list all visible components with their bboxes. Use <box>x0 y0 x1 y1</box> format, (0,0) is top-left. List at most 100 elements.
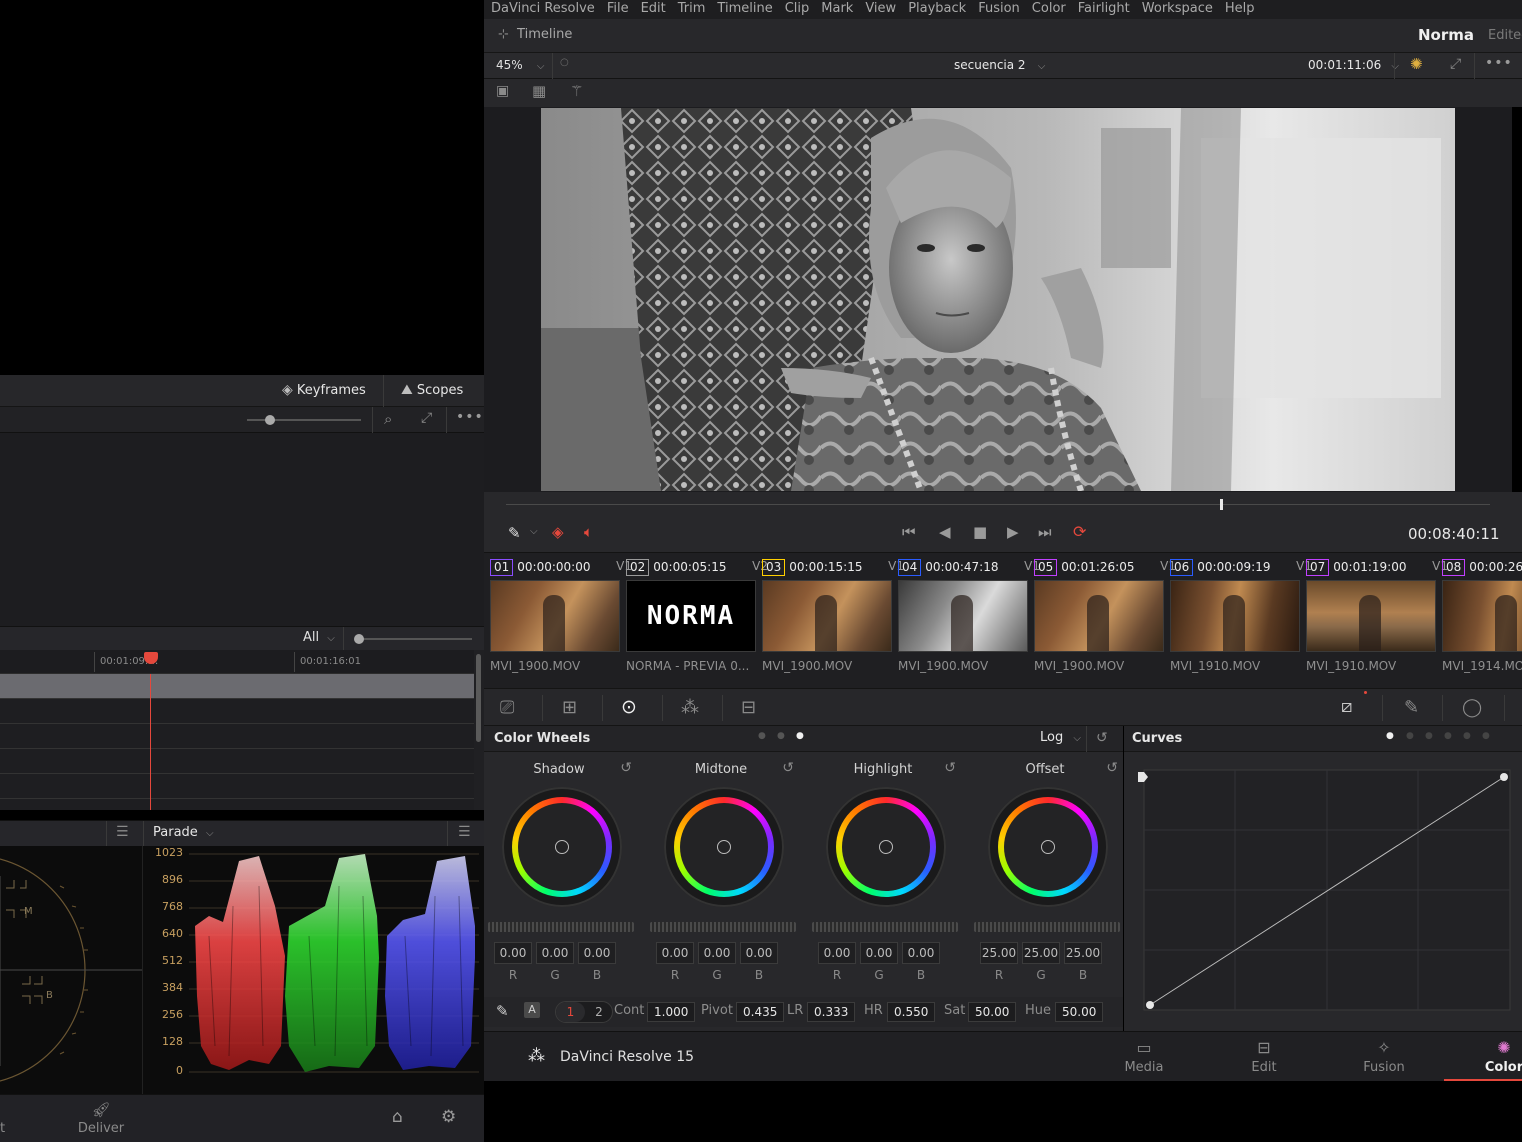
r-value-field[interactable]: 25.00 <box>980 942 1018 964</box>
wheel-disc[interactable] <box>502 787 622 907</box>
timeline-zoom-track[interactable] <box>356 638 472 640</box>
menu-clip[interactable]: Clip <box>779 0 816 18</box>
keyframes-tab[interactable]: ◈ Keyframes <box>282 382 366 398</box>
hr-field[interactable]: 0.550 <box>887 1002 936 1022</box>
clip-thumbnail[interactable]: 02 00:00:05:15 V2 NORMA NORMA - PREVIA 0... <box>626 553 768 689</box>
menu-help[interactable]: Help <box>1219 0 1261 18</box>
b-value-field[interactable]: 0.00 <box>740 942 778 964</box>
scrollbar-thumb[interactable] <box>476 654 481 742</box>
reset-icon[interactable]: ↺ <box>1106 760 1118 776</box>
r-value-field[interactable]: 0.00 <box>494 942 532 964</box>
master-wheel-slider[interactable] <box>812 922 958 932</box>
page-dot[interactable]: ● <box>1463 731 1471 741</box>
fullscreen-icon[interactable]: ⤢ <box>1450 56 1461 72</box>
camera-raw-icon[interactable]: ⎚ <box>500 697 514 718</box>
sat-field[interactable]: 50.00 <box>968 1002 1017 1022</box>
timecode-selector[interactable]: 00:01:11:06 ⌵ <box>1308 58 1399 73</box>
more-options-icon[interactable]: ••• <box>456 409 484 425</box>
color-viewer-icon[interactable]: ✺ <box>1410 55 1423 73</box>
wheel-disc[interactable] <box>826 787 946 907</box>
scope-type-dropdown[interactable]: Parade ⌵ <box>153 825 214 840</box>
loop-icon[interactable]: ⟳ <box>1073 522 1086 541</box>
qualifier-icon[interactable]: ✎ <box>1404 697 1419 718</box>
zoom-dropdown[interactable]: 45% ⌵ <box>496 58 544 73</box>
lr-field[interactable]: 0.333 <box>807 1002 856 1022</box>
master-wheel-slider[interactable] <box>650 922 796 932</box>
menu-trim[interactable]: Trim <box>672 0 712 18</box>
menu-edit[interactable]: Edit <box>635 0 672 18</box>
page-tab-deliver[interactable]: 🚀︎ Deliver <box>76 1101 126 1136</box>
menu-fairlight[interactable]: Fairlight <box>1072 0 1136 18</box>
wheel-center-handle[interactable] <box>1041 840 1055 854</box>
menu-davinci[interactable]: DaVinci Resolve <box>484 0 601 18</box>
timeline-selector[interactable]: secuencia 2 ⌵ <box>954 58 1045 73</box>
curves-icon[interactable]: ⧄ <box>1341 696 1352 717</box>
mute-icon[interactable]: 🔈︎ <box>584 523 593 541</box>
zoom-slider-handle[interactable] <box>265 415 275 425</box>
timeline-toggle[interactable]: ⊹ Timeline <box>498 27 572 42</box>
track-row-selected[interactable] <box>0 674 474 698</box>
auto-balance-icon[interactable]: ✎ <box>496 1002 509 1020</box>
hue-field[interactable]: 50.00 <box>1055 1002 1104 1022</box>
b-value-field[interactable]: 25.00 <box>1064 942 1102 964</box>
contrast-field[interactable]: 1.000 <box>647 1002 696 1022</box>
master-wheel-slider[interactable] <box>488 922 634 932</box>
curves-graph[interactable] <box>1124 752 1522 1030</box>
play-icon[interactable]: ▶ <box>1007 523 1019 541</box>
menu-fusion[interactable]: Fusion <box>972 0 1026 18</box>
b-value-field[interactable]: 0.00 <box>902 942 940 964</box>
color-match-icon[interactable]: ⊞ <box>562 697 577 718</box>
magic-wand-icon[interactable]: ⚚ <box>570 82 583 100</box>
layers-icon[interactable]: ◈ <box>552 523 564 541</box>
menu-view[interactable]: View <box>859 0 902 18</box>
page-2-button[interactable]: 2 <box>585 1002 613 1022</box>
motion-effects-icon[interactable]: ⊟ <box>741 697 756 718</box>
pivot-field[interactable]: 0.435 <box>736 1002 785 1022</box>
g-value-field[interactable]: 0.00 <box>536 942 574 964</box>
wheel-center-handle[interactable] <box>717 840 731 854</box>
r-value-field[interactable]: 0.00 <box>818 942 856 964</box>
page-dot-active[interactable]: ● <box>1386 731 1394 741</box>
g-value-field[interactable]: 25.00 <box>1022 942 1060 964</box>
page-tab-media[interactable]: ▭ Media <box>1084 1038 1204 1075</box>
g-value-field[interactable]: 0.00 <box>698 942 736 964</box>
scrubber-track[interactable] <box>506 504 1490 505</box>
home-icon[interactable]: ⌂ <box>392 1107 403 1127</box>
clip-thumbnail[interactable]: 06 00:00:09:19 V1 MVI_1910.MOV <box>1170 553 1312 689</box>
page-tab-color[interactable]: ✺ Color <box>1444 1038 1522 1082</box>
reset-icon[interactable]: ↺ <box>944 760 956 776</box>
power-window-icon[interactable]: ◯ <box>1462 697 1482 718</box>
clip-thumbnail[interactable]: 05 00:01:26:05 V1 MVI_1900.MOV <box>1034 553 1176 689</box>
timeline-zoom-handle[interactable] <box>354 634 364 644</box>
page-dot[interactable]: ● <box>1482 731 1490 741</box>
page-dot[interactable]: ● <box>1406 731 1414 741</box>
page-tab-fusion[interactable]: ✧ Fusion <box>1324 1038 1444 1075</box>
page-tab-partial[interactable]: t <box>0 1121 5 1136</box>
clip-thumbnail[interactable]: 08 00:00:26 MVI_1914.MO <box>1442 553 1522 689</box>
scope-settings-icon[interactable]: ☰ <box>458 824 471 840</box>
gallery-icon[interactable]: ▦ <box>532 82 546 100</box>
clip-thumbnail[interactable]: 04 00:00:47:18 V1 MVI_1900.MOV <box>898 553 1040 689</box>
page-tab-edit[interactable]: ⊟ Edit <box>1204 1038 1324 1075</box>
menu-file[interactable]: File <box>601 0 635 18</box>
g-value-field[interactable]: 0.00 <box>860 942 898 964</box>
rgb-mixer-icon[interactable]: ⁂ <box>681 697 699 718</box>
video-viewer[interactable] <box>484 107 1512 492</box>
step-back-icon[interactable]: ◀ <box>939 523 951 541</box>
wheel-center-handle[interactable] <box>879 840 893 854</box>
page-dot[interactable]: ● <box>1425 731 1433 741</box>
gear-icon[interactable]: ⚙ <box>441 1107 456 1127</box>
wheel-disc[interactable] <box>664 787 784 907</box>
reset-icon[interactable]: ↺ <box>620 760 632 776</box>
reset-icon[interactable]: ↺ <box>782 760 794 776</box>
clip-thumbnail[interactable]: 07 00:01:19:00 V1 MVI_1910.MOV <box>1306 553 1448 689</box>
page-dot[interactable]: ● <box>1444 731 1452 741</box>
more-options-icon[interactable]: ••• <box>1485 55 1513 71</box>
reset-icon[interactable]: ↺ <box>1096 730 1108 746</box>
curve-point[interactable] <box>1500 773 1508 781</box>
clip-thumbnail[interactable]: 01 00:00:00:00 V1 MVI_1900.MOV <box>490 553 632 689</box>
color-wheels-icon[interactable]: ⊙ <box>621 696 637 718</box>
timeline-ruler[interactable]: 00:01:09:… 00:01:16:01 <box>0 650 474 674</box>
go-to-end-icon[interactable]: ⏭ <box>1038 523 1052 541</box>
go-to-start-icon[interactable]: ⏮ <box>902 523 916 541</box>
